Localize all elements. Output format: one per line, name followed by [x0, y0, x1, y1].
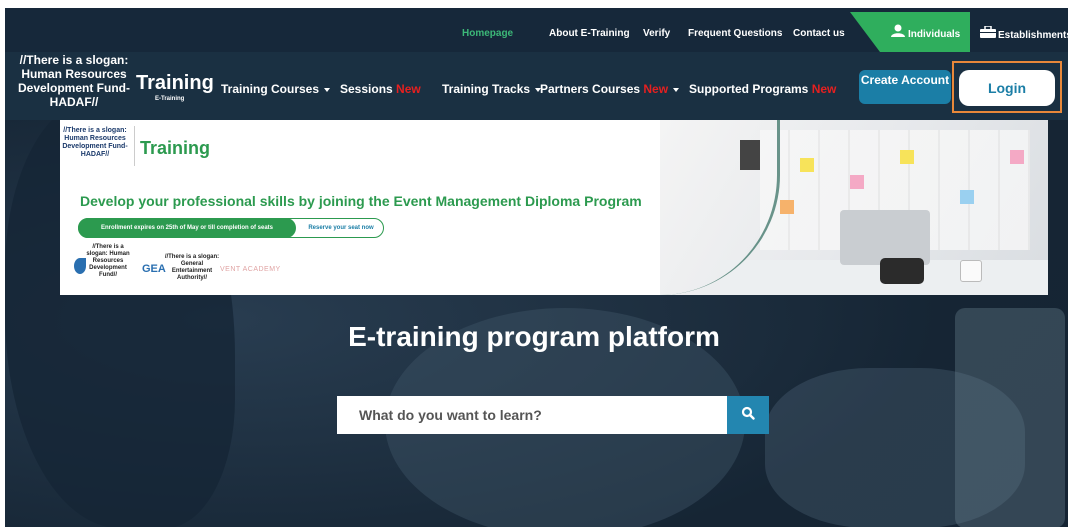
enrollment-notice: Enrollment expires on 25th of May or til… [78, 218, 296, 238]
create-account-button[interactable]: Create Account [859, 70, 951, 104]
nav-supported-programs-label: Supported Programs [689, 82, 809, 96]
nav-training-courses[interactable]: Training Courses [221, 82, 331, 96]
login-button[interactable]: Login [959, 70, 1055, 106]
nav-partners-courses[interactable]: Partners Courses New [540, 82, 680, 96]
nav-partners-courses-label: Partners Courses [540, 82, 641, 96]
topnav-faq[interactable]: Frequent Questions [688, 28, 782, 39]
banner-divider [134, 126, 135, 166]
banner-logo-gea: //There is a slogan: General Entertainme… [164, 254, 220, 281]
reserve-seat-link[interactable]: Reserve your seat now [298, 218, 384, 238]
header-slogan: //There is a slogan: Human Resources Dev… [17, 53, 130, 109]
search-icon [741, 406, 755, 425]
search-button[interactable] [727, 396, 769, 434]
page-border-left [0, 0, 5, 527]
event-academy-logo: VENT ACADEMY [220, 266, 281, 273]
chevron-down-icon [324, 87, 331, 92]
banner-headline: Develop your professional skills by join… [80, 193, 642, 209]
topnav-verify[interactable]: Verify [643, 28, 670, 39]
banner-brand: Training [140, 138, 211, 158]
banner-logo-hadaf: //There is a slogan: Human Resources Dev… [86, 244, 130, 278]
nav-supported-programs[interactable]: Supported Programs New [689, 82, 836, 96]
new-badge: New [396, 82, 421, 96]
nav-training-tracks-label: Training Tracks [442, 82, 531, 96]
topnav-homepage[interactable]: Homepage [462, 28, 513, 39]
establishments-label: Establishments [998, 30, 1068, 41]
new-badge: New [643, 82, 669, 96]
topnav-about[interactable]: About E-Training [549, 28, 630, 39]
new-badge: New [811, 82, 837, 96]
brand-subtitle: E-Training [155, 96, 185, 102]
gea-logo: GEA [142, 263, 166, 275]
nav-sessions[interactable]: Sessions New [340, 82, 421, 96]
user-icon [891, 24, 905, 42]
topnav-contact[interactable]: Contact us [793, 28, 845, 39]
nav-training-tracks[interactable]: Training Tracks [442, 82, 542, 96]
search-input[interactable] [337, 396, 727, 434]
banner-slogan: //There is a slogan: Human Resources Dev… [62, 127, 128, 158]
hero-title: E-training program platform [348, 321, 720, 352]
individuals-label: Individuals [908, 29, 961, 40]
page: Homepage About E-Training Verify Frequen… [0, 0, 1068, 527]
nav-training-courses-label: Training Courses [221, 82, 320, 96]
nav-sessions-label: Sessions [340, 82, 393, 96]
chevron-down-icon [673, 87, 680, 92]
briefcase-icon [980, 25, 996, 43]
brand-logo[interactable]: Training [136, 72, 214, 95]
page-border-top [0, 0, 1068, 8]
